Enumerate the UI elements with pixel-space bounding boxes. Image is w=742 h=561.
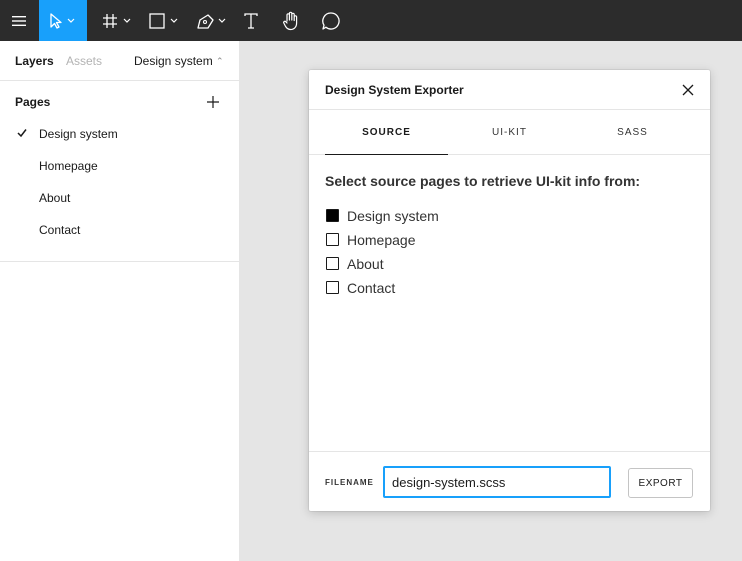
option-label: Contact bbox=[347, 280, 396, 296]
page-item-label: Design system bbox=[39, 127, 118, 141]
comment-tool-icon bbox=[322, 11, 340, 30]
dialog-title: Design System Exporter bbox=[325, 83, 464, 97]
pen-tool-icon bbox=[197, 13, 226, 29]
option-label: About bbox=[347, 256, 384, 272]
tab-ui-kit[interactable]: UI-KIT bbox=[448, 110, 571, 155]
pen-tool-button[interactable] bbox=[190, 0, 230, 41]
page-item-contact[interactable]: Contact bbox=[0, 214, 239, 246]
page-item-label: Contact bbox=[39, 223, 81, 237]
dialog-footer: FILENAME EXPORT bbox=[309, 451, 710, 511]
page-item-label: Homepage bbox=[39, 159, 98, 173]
add-page-icon[interactable] bbox=[205, 94, 221, 110]
source-heading: Select source pages to retrieve UI-kit i… bbox=[325, 173, 641, 189]
export-button[interactable]: EXPORT bbox=[628, 468, 693, 498]
current-page-label: Design system bbox=[134, 54, 213, 68]
close-icon[interactable] bbox=[680, 82, 696, 98]
frame-tool-button[interactable] bbox=[96, 0, 136, 41]
hand-tool-button[interactable] bbox=[276, 0, 306, 41]
divider bbox=[0, 261, 239, 262]
panel-tabs: Layers Assets Design system ⌃ bbox=[0, 41, 239, 81]
option-label: Homepage bbox=[347, 232, 416, 248]
page-item-about[interactable]: About bbox=[0, 182, 239, 214]
option-label: Design system bbox=[347, 208, 439, 224]
dialog-header: Design System Exporter bbox=[309, 70, 710, 110]
pages-title: Pages bbox=[15, 95, 51, 109]
plugin-dialog: Design System Exporter SOURCE UI-KIT SAS… bbox=[309, 70, 710, 511]
frame-tool-icon bbox=[103, 13, 131, 28]
tab-layers[interactable]: Layers bbox=[15, 54, 54, 68]
menu-icon bbox=[12, 15, 26, 26]
page-item-design-system[interactable]: Design system bbox=[0, 118, 239, 150]
dialog-tabs: SOURCE UI-KIT SASS bbox=[309, 110, 710, 155]
checkbox[interactable] bbox=[326, 233, 339, 246]
checkbox[interactable] bbox=[326, 209, 339, 222]
filename-input[interactable] bbox=[383, 466, 611, 498]
toolbar bbox=[0, 0, 742, 41]
checkbox[interactable] bbox=[326, 257, 339, 270]
move-tool-button[interactable] bbox=[39, 0, 87, 41]
left-panel: Layers Assets Design system ⌃ Pages Desi… bbox=[0, 41, 240, 561]
check-icon bbox=[17, 129, 27, 138]
page-item-homepage[interactable]: Homepage bbox=[0, 150, 239, 182]
text-tool-button[interactable] bbox=[236, 0, 266, 41]
checkbox[interactable] bbox=[326, 281, 339, 294]
pages-header: Pages bbox=[0, 81, 239, 121]
hand-tool-icon bbox=[283, 11, 298, 30]
filename-label: FILENAME bbox=[325, 478, 374, 487]
page-switcher[interactable]: Design system ⌃ bbox=[134, 54, 224, 68]
move-tool-icon bbox=[50, 12, 75, 29]
tab-sass[interactable]: SASS bbox=[571, 110, 694, 155]
chevron-up-icon: ⌃ bbox=[216, 56, 224, 66]
shape-tool-icon bbox=[149, 12, 178, 29]
page-item-label: About bbox=[39, 191, 71, 205]
main-menu-button[interactable] bbox=[0, 0, 38, 41]
tab-source[interactable]: SOURCE bbox=[325, 110, 448, 155]
shape-tool-button[interactable] bbox=[142, 0, 182, 41]
text-tool-icon bbox=[244, 12, 258, 29]
tab-assets[interactable]: Assets bbox=[66, 54, 102, 68]
comment-tool-button[interactable] bbox=[316, 0, 346, 41]
